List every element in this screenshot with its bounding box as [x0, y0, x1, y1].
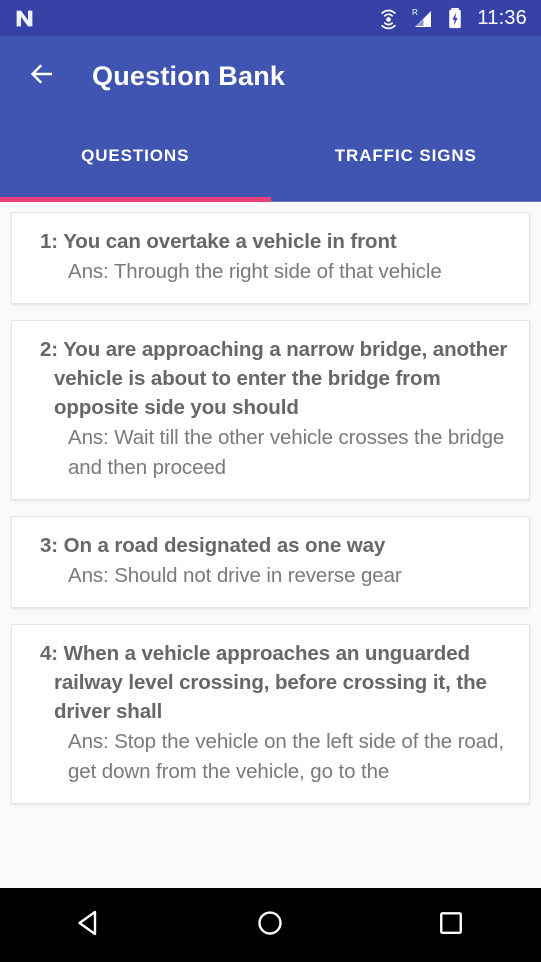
question-text: 3: On a road designated as one way: [40, 534, 386, 557]
android-n-logo-icon: [14, 8, 35, 29]
answer-text: Ans: Wait till the other vehicle crosses…: [68, 426, 505, 479]
app-bar: Question Bank: [0, 36, 541, 117]
answer-text: Ans: Through the right side of that vehi…: [68, 260, 442, 283]
question-text: 4: When a vehicle approaches an unguarde…: [40, 642, 487, 723]
phone-screen: R 11:36 Question Bank QUESTIONS TRAFFIC …: [0, 0, 541, 962]
question-text: 2: You are approaching a narrow bridge, …: [40, 338, 508, 419]
hotspot-icon: [377, 7, 400, 30]
answer-text: Ans: Should not drive in reverse gear: [68, 564, 402, 587]
back-button[interactable]: [20, 55, 64, 99]
question-card[interactable]: 3: On a road designated as one way Ans: …: [11, 516, 530, 608]
status-bar-left: [14, 8, 35, 29]
nav-recents-button[interactable]: [414, 888, 488, 962]
status-bar-icons: R 11:36: [377, 7, 527, 30]
battery-charging-icon: [447, 7, 463, 30]
question-card[interactable]: 1: You can overtake a vehicle in front A…: [11, 212, 530, 304]
question-text: 1: You can overtake a vehicle in front: [40, 230, 397, 253]
nav-recents-icon: [436, 908, 466, 943]
tab-traffic-signs[interactable]: TRAFFIC SIGNS: [271, 117, 541, 202]
question-card[interactable]: 4: When a vehicle approaches an unguarde…: [11, 624, 530, 804]
page-title: Question Bank: [92, 61, 286, 91]
status-bar-clock: 11:36: [477, 7, 527, 29]
question-list[interactable]: 1: You can overtake a vehicle in front A…: [0, 202, 541, 888]
signal-roaming-icon: R: [411, 7, 436, 30]
nav-back-button[interactable]: [53, 888, 127, 962]
tab-questions[interactable]: QUESTIONS: [0, 117, 271, 202]
nav-back-icon: [75, 908, 105, 943]
system-navigation-bar: [0, 888, 541, 962]
answer-text: Ans: Stop the vehicle on the left side o…: [68, 730, 504, 783]
question-card[interactable]: 2: You are approaching a narrow bridge, …: [11, 320, 530, 500]
svg-text:R: R: [412, 8, 418, 17]
nav-home-button[interactable]: [233, 888, 307, 962]
status-bar: R 11:36: [0, 0, 541, 36]
nav-home-icon: [255, 908, 285, 943]
back-arrow-icon: [27, 59, 57, 94]
tab-bar: QUESTIONS TRAFFIC SIGNS: [0, 117, 541, 202]
